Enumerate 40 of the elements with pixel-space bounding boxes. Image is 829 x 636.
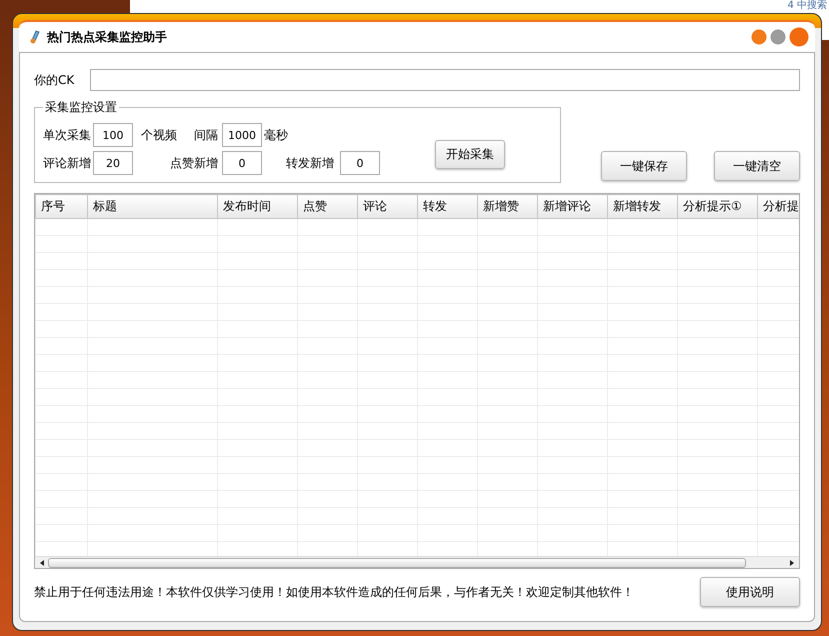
help-button[interactable]: 使用说明	[700, 577, 800, 607]
number-field[interactable]: 1000	[222, 123, 262, 147]
column-header[interactable]: 新增赞	[478, 194, 538, 218]
number-field[interactable]: 20	[93, 151, 133, 175]
column-header[interactable]: 新增转发	[608, 194, 678, 218]
start-button[interactable]: 开始采集	[435, 140, 505, 169]
action-button[interactable]: 一键保存	[601, 151, 687, 181]
close-button[interactable]	[789, 27, 809, 47]
field-label: 单次采集	[43, 126, 92, 144]
background-tab-text: 4 中搜索	[787, 0, 828, 12]
scroll-thumb[interactable]	[48, 558, 746, 568]
column-header[interactable]: 分析提示①	[678, 194, 758, 218]
column-header[interactable]: 标题	[88, 194, 218, 218]
scroll-right-icon[interactable]	[788, 558, 796, 566]
horizontal-scrollbar[interactable]	[35, 556, 799, 568]
ck-field[interactable]	[90, 69, 800, 91]
maximize-button[interactable]	[770, 29, 786, 45]
column-header[interactable]: 点赞	[298, 194, 358, 218]
field-label: 评论新增	[43, 154, 92, 172]
number-field[interactable]: 0	[340, 151, 380, 175]
field-label: 转发新增	[286, 154, 334, 172]
number-field[interactable]: 100	[93, 123, 133, 147]
disclaimer-text: 禁止用于任何违法用途！本软件仅供学习使用！如使用本软件造成的任何后果，与作者无关！欢迎定制其他软件！	[34, 584, 634, 600]
column-header[interactable]: 分析提	[758, 194, 799, 218]
column-header[interactable]: 转发	[418, 194, 478, 218]
field-label: 间隔	[194, 126, 218, 144]
ck-label: 你的CK	[34, 72, 76, 88]
minimize-button[interactable]	[751, 29, 767, 45]
scroll-left-icon[interactable]	[38, 558, 46, 566]
column-header[interactable]: 新增评论	[538, 194, 608, 218]
number-field[interactable]: 0	[222, 151, 262, 175]
window-title: 热门热点采集监控助手	[47, 28, 167, 46]
unit-label: 个视频	[141, 126, 177, 144]
column-header[interactable]: 发布时间	[218, 194, 298, 218]
field-label: 点赞新增	[170, 154, 218, 172]
settings-title: 采集监控设置	[44, 99, 118, 116]
column-header[interactable]: 评论	[358, 194, 418, 218]
column-header[interactable]: 序号	[36, 194, 88, 218]
unit-label: 毫秒	[264, 126, 288, 144]
action-button[interactable]: 一键清空	[714, 151, 800, 181]
